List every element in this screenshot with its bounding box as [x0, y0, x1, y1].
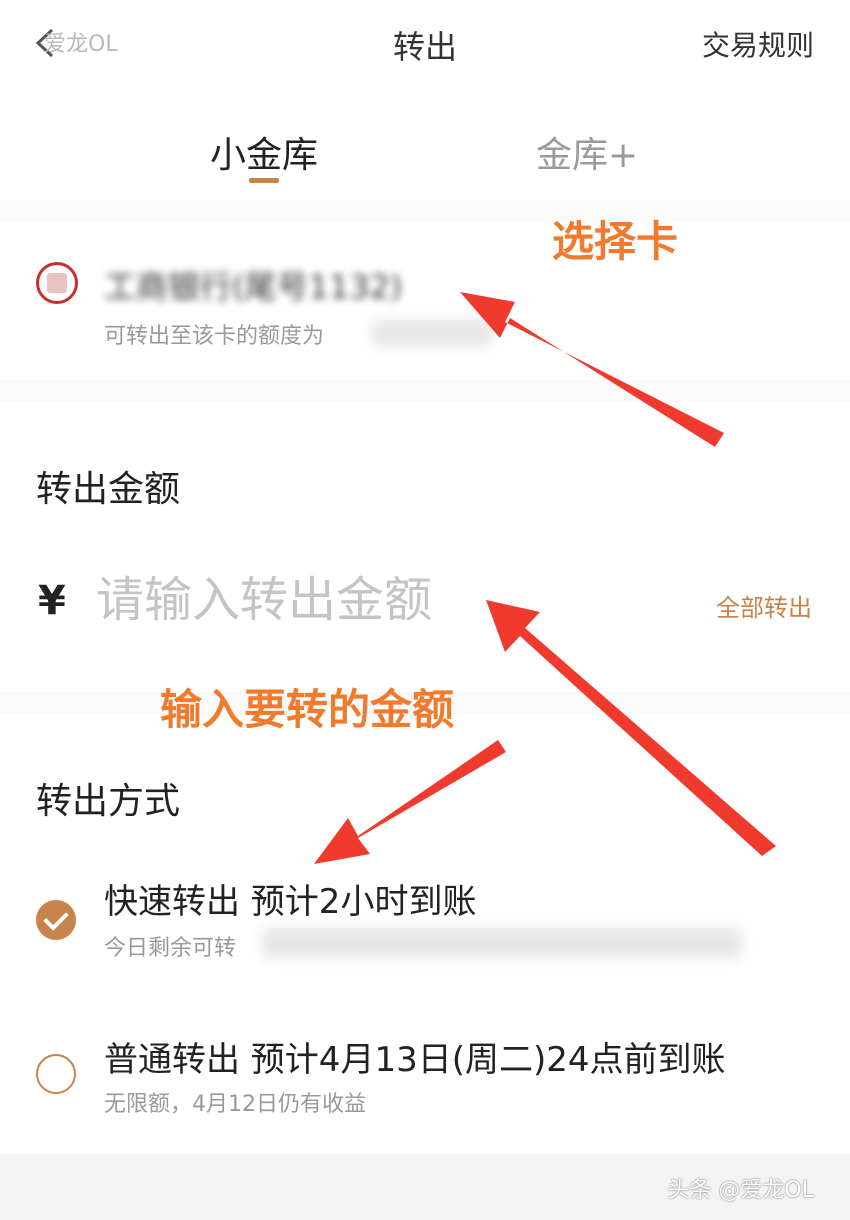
card-limit-text: 可转出至该卡的额度为 [104, 324, 325, 349]
redacted-fast-limit [262, 928, 742, 958]
amount-section: 转出金额 ¥ 全部转出 [0, 402, 850, 692]
normal-transfer-radio[interactable] [36, 1054, 76, 1094]
transfer-method-section: 转出方式 快速转出 预计2小时到账 今日剩余可转 普通转出 预计4月13日(周二… [0, 714, 850, 1154]
nav-bar: 爱龙OL 转出 交易规则 [0, 0, 850, 90]
tab-bar: 小金库 金库+ [0, 90, 850, 200]
bottom-area: 头条 @爱龙OL [0, 1154, 850, 1220]
bank-card-name: 工商银行(尾号1132) [104, 268, 403, 306]
method-label: 转出方式 [36, 781, 181, 822]
normal-transfer-title[interactable]: 普通转出 预计4月13日(周二)24点前到账 [104, 1032, 726, 1081]
fast-transfer-radio[interactable] [36, 900, 76, 940]
annotation-select-card: 选择卡 [552, 217, 679, 266]
bank-card-selector[interactable]: 工商银行(尾号1132) 可转出至该卡的额度为 [0, 222, 850, 380]
annotation-input-amount: 输入要转的金额 [160, 685, 455, 734]
redacted-amount [372, 320, 492, 346]
footer-watermark: 头条 @爱龙OL [667, 1178, 814, 1203]
trade-rules-link[interactable]: 交易规则 [702, 24, 814, 64]
tab-xiaojinku[interactable]: 小金库 [210, 126, 318, 178]
currency-symbol: ¥ [38, 578, 66, 624]
normal-transfer-subtitle: 无限额，4月12日仍有收益 [104, 1092, 366, 1117]
bank-logo-icon [36, 262, 78, 304]
active-tab-indicator [249, 178, 279, 183]
amount-input[interactable] [96, 568, 656, 632]
fast-transfer-subtitle: 今日剩余可转 [104, 936, 237, 961]
tab-jinku-plus[interactable]: 金库+ [536, 126, 638, 178]
amount-label: 转出金额 [36, 469, 181, 510]
fast-transfer-title[interactable]: 快速转出 预计2小时到账 [104, 874, 476, 923]
transfer-all-button[interactable]: 全部转出 [716, 588, 812, 623]
